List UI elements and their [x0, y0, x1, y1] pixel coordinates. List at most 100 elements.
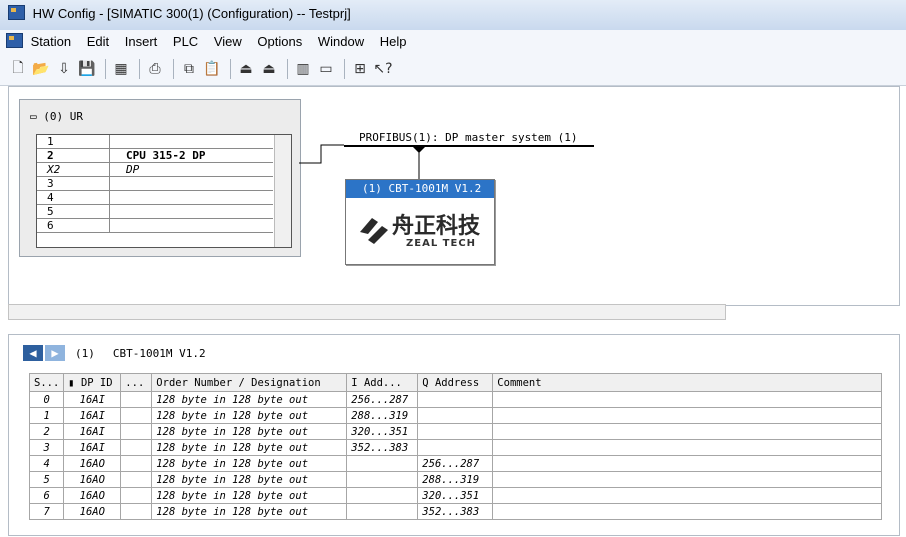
order-cell[interactable]: 128 byte in 128 byte out	[151, 407, 348, 424]
menu-window[interactable]: Window	[318, 34, 364, 49]
qaddr-cell[interactable]: 256...287	[417, 455, 494, 472]
paste-icon[interactable]: 📋	[202, 59, 222, 79]
comment-cell[interactable]	[492, 487, 883, 504]
table-row[interactable]: 3 16AI 128 byte in 128 byte out 352...383	[28, 439, 883, 456]
qaddr-cell[interactable]: 352...383	[417, 503, 494, 520]
menu-edit[interactable]: Edit	[87, 34, 109, 49]
table-row[interactable]: 6 16AO 128 byte in 128 byte out 320...351	[28, 487, 883, 504]
copy-icon[interactable]: ⧉	[179, 59, 199, 79]
iaddr-cell[interactable]	[346, 487, 419, 504]
properties-icon[interactable]: ▭	[316, 59, 336, 79]
more-cell[interactable]	[120, 439, 153, 456]
slot-cell[interactable]: 0	[28, 391, 65, 408]
iaddr-cell[interactable]	[346, 503, 419, 520]
module-table[interactable]: S... ▮ DP ID ... Order Number / Designat…	[28, 373, 883, 520]
qaddr-cell[interactable]: 320...351	[417, 487, 494, 504]
more-cell[interactable]	[120, 391, 153, 408]
rack-up-icon[interactable]: ⏏	[236, 59, 256, 79]
col-iaddr[interactable]: I Add...	[346, 373, 419, 392]
more-cell[interactable]	[120, 407, 153, 424]
profibus-label[interactable]: PROFIBUS(1): DP master system (1)	[359, 131, 578, 144]
back-arrow-icon[interactable]: ◀	[23, 345, 43, 361]
more-cell[interactable]	[120, 455, 153, 472]
comment-cell[interactable]	[492, 503, 883, 520]
table-row[interactable]: 2 16AI 128 byte in 128 byte out 320...351	[28, 423, 883, 440]
iaddr-cell[interactable]	[346, 471, 419, 488]
menu-station[interactable]: Station	[31, 34, 71, 49]
dpid-cell[interactable]: 16AI	[63, 439, 122, 456]
menu-insert[interactable]: Insert	[125, 34, 158, 49]
slot-cell[interactable]: 3	[28, 439, 65, 456]
iaddr-cell[interactable]: 256...287	[346, 391, 419, 408]
comment-cell[interactable]	[492, 391, 883, 408]
open-icon[interactable]: 📂	[31, 59, 51, 79]
rack-down-icon[interactable]: ⏏	[259, 59, 279, 79]
comment-cell[interactable]	[492, 407, 883, 424]
col-comment[interactable]: Comment	[492, 373, 883, 392]
dpid-cell[interactable]: 16AO	[63, 455, 122, 472]
order-cell[interactable]: 128 byte in 128 byte out	[151, 487, 348, 504]
slot-cell[interactable]: 7	[28, 503, 65, 520]
order-cell[interactable]: 128 byte in 128 byte out	[151, 455, 348, 472]
new-icon[interactable]: 🗋	[8, 59, 28, 79]
col-more[interactable]: ...	[120, 373, 153, 392]
network-icon[interactable]: ⊞	[350, 59, 370, 79]
qaddr-cell[interactable]	[417, 423, 494, 440]
order-cell[interactable]: 128 byte in 128 byte out	[151, 471, 348, 488]
download-icon[interactable]: ▦	[111, 59, 131, 79]
forward-arrow-icon[interactable]: ▶	[45, 345, 65, 361]
order-cell[interactable]: 128 byte in 128 byte out	[151, 503, 348, 520]
slot-cell[interactable]: 5	[28, 471, 65, 488]
menu-plc[interactable]: PLC	[173, 34, 198, 49]
qaddr-cell[interactable]	[417, 391, 494, 408]
dp-slave-device[interactable]: (1) CBT-1001M V1.2 舟正科技 ZEAL TECH	[345, 179, 495, 265]
help-icon[interactable]: ↖?	[373, 59, 393, 79]
print-icon[interactable]: ⎙	[145, 59, 165, 79]
table-row[interactable]: 7 16AO 128 byte in 128 byte out 352...383	[28, 503, 883, 520]
menu-options[interactable]: Options	[257, 34, 302, 49]
order-cell[interactable]: 128 byte in 128 byte out	[151, 439, 348, 456]
qaddr-cell[interactable]: 288...319	[417, 471, 494, 488]
dpid-cell[interactable]: 16AO	[63, 487, 122, 504]
profibus-line[interactable]	[344, 145, 594, 147]
iaddr-cell[interactable]: 320...351	[346, 423, 419, 440]
qaddr-cell[interactable]	[417, 407, 494, 424]
dpid-cell[interactable]: 16AO	[63, 503, 122, 520]
save-compile-icon[interactable]: ⇩	[54, 59, 74, 79]
table-row[interactable]: 0 16AI 128 byte in 128 byte out 256...287	[28, 391, 883, 408]
catalog-icon[interactable]: ▥	[293, 59, 313, 79]
table-row[interactable]: 5 16AO 128 byte in 128 byte out 288...319	[28, 471, 883, 488]
more-cell[interactable]	[120, 471, 153, 488]
comment-cell[interactable]	[492, 471, 883, 488]
dpid-cell[interactable]: 16AI	[63, 407, 122, 424]
slot-cell[interactable]: 1	[28, 407, 65, 424]
menu-help[interactable]: Help	[380, 34, 407, 49]
col-qaddr[interactable]: Q Address	[417, 373, 494, 392]
comment-cell[interactable]	[492, 439, 883, 456]
dpid-cell[interactable]: 16AO	[63, 471, 122, 488]
slot-cell[interactable]: 6	[28, 487, 65, 504]
col-order[interactable]: Order Number / Designation	[151, 373, 348, 392]
table-row[interactable]: 4 16AO 128 byte in 128 byte out 256...287	[28, 455, 883, 472]
slot-cell[interactable]: 2	[28, 423, 65, 440]
dpid-cell[interactable]: 16AI	[63, 423, 122, 440]
more-cell[interactable]	[120, 423, 153, 440]
table-row[interactable]: 1 16AI 128 byte in 128 byte out 288...319	[28, 407, 883, 424]
comment-cell[interactable]	[492, 455, 883, 472]
col-slot[interactable]: S...	[28, 373, 65, 392]
order-cell[interactable]: 128 byte in 128 byte out	[151, 391, 348, 408]
save-icon[interactable]: 💾	[77, 59, 97, 79]
iaddr-cell[interactable]: 352...383	[346, 439, 419, 456]
horizontal-scrollbar[interactable]	[8, 304, 726, 320]
order-cell[interactable]: 128 byte in 128 byte out	[151, 423, 348, 440]
iaddr-cell[interactable]: 288...319	[346, 407, 419, 424]
col-dpid[interactable]: ▮ DP ID	[63, 373, 122, 392]
doc-icon[interactable]	[6, 33, 23, 48]
iaddr-cell[interactable]	[346, 455, 419, 472]
dpid-cell[interactable]: 16AI	[63, 391, 122, 408]
comment-cell[interactable]	[492, 423, 883, 440]
slot-cell[interactable]: 4	[28, 455, 65, 472]
more-cell[interactable]	[120, 487, 153, 504]
qaddr-cell[interactable]	[417, 439, 494, 456]
menu-view[interactable]: View	[214, 34, 242, 49]
